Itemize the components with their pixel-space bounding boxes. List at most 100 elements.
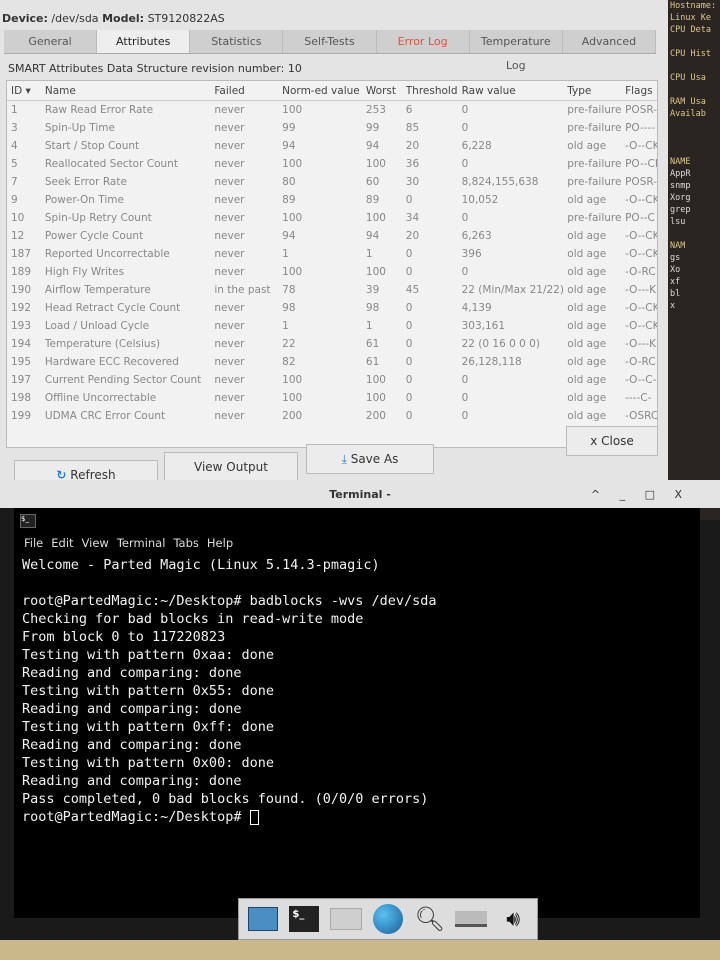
search-icon[interactable]: 🔍︎	[414, 904, 446, 934]
table-cell: never	[214, 212, 245, 224]
table-cell: -O--CK	[625, 140, 657, 152]
tab-error-log[interactable]: Error Log	[377, 30, 470, 53]
terminal-window[interactable]: $_ File Edit View Terminal Tabs Help Wel…	[14, 508, 700, 918]
table-cell: 100	[365, 374, 386, 386]
table-cell: never	[214, 104, 245, 116]
table-row[interactable]: 198 Offline Uncorrectable never 100 100 0 0 old…	[7, 389, 657, 407]
table-cell: old age	[567, 410, 607, 422]
table-row[interactable]: 195 Hardware ECC Recovered never 82 61 0 26,12…	[7, 353, 657, 371]
column-header[interactable]: Name	[45, 81, 214, 100]
table-row[interactable]: 9 Power-On Time never 89 89 0 10,052 old age -O-…	[7, 191, 657, 209]
table-row[interactable]: 5 Reallocated Sector Count never 100 100 36 0 p…	[7, 155, 657, 173]
column-header[interactable]: Worst	[366, 81, 406, 100]
menu-help[interactable]: Help	[207, 536, 233, 550]
table-cell: 1	[365, 248, 373, 260]
save-icon: ⤓	[341, 452, 347, 466]
table-cell: 100	[365, 158, 386, 170]
table-row[interactable]: 12 Power Cycle Count never 94 94 20 6,263 old a…	[7, 227, 657, 245]
tab-temperature-log[interactable]: Temperature Log	[470, 30, 563, 72]
table-row[interactable]: 3 Spin-Up Time never 99 99 85 0 pre-failure PO--…	[7, 119, 657, 137]
table-row[interactable]: 189 High Fly Writes never 100 100 0 0 old age -O…	[7, 263, 657, 281]
prompt: root@PartedMagic:~/Desktop#	[22, 809, 250, 825]
file-manager-icon[interactable]	[330, 904, 363, 934]
table-row[interactable]: 192 Head Retract Cycle Count never 98 98 0 4,1…	[7, 299, 657, 317]
table-cell: 0	[405, 374, 413, 386]
table-row[interactable]: 197 Current Pending Sector Count never 100 1…	[7, 371, 657, 389]
terminal-launcher-icon[interactable]: $_	[289, 904, 321, 934]
table-cell: -O--CK	[625, 230, 657, 242]
monitor-label: Xo	[670, 265, 681, 275]
table-cell: Load / Unload Cycle	[44, 320, 150, 332]
terminal-app-icon: $_	[20, 514, 36, 528]
column-header[interactable]: Type	[567, 81, 625, 100]
view-output-button[interactable]: View Output	[164, 452, 298, 482]
drive-icon[interactable]	[455, 904, 488, 934]
table-cell: pre-failure	[567, 158, 622, 170]
table-cell: 99	[282, 122, 296, 134]
column-header[interactable]: Flags	[625, 81, 657, 100]
menu-terminal[interactable]: Terminal	[117, 536, 166, 550]
terminal-line: root@PartedMagic:~/Desktop# badblocks -w…	[22, 593, 437, 609]
table-cell: 200	[282, 410, 303, 422]
menu-view[interactable]: View	[82, 536, 109, 550]
table-row[interactable]: 194 Temperature (Celsius) never 22 61 0 22 (0 …	[7, 335, 657, 353]
monitor-label: NAME	[670, 157, 691, 167]
table-cell: 6	[405, 104, 413, 116]
save-as-button[interactable]: ⤓ Save As	[306, 444, 434, 474]
terminal-line: Testing with pattern 0x55: done	[22, 683, 274, 699]
table-cell: old age	[567, 140, 607, 152]
web-browser-globe-icon[interactable]	[372, 904, 404, 934]
menu-file[interactable]: File	[24, 536, 43, 550]
column-header[interactable]: Failed	[214, 81, 282, 100]
table-row[interactable]: 1 Raw Read Error Rate never 100 253 6 0 pre-fai…	[7, 101, 657, 119]
table-cell: old age	[567, 356, 607, 368]
table-row[interactable]: 199 UDMA CRC Error Count never 200 200 0 0 old …	[7, 407, 657, 425]
tab-general[interactable]: General	[4, 30, 98, 53]
column-header[interactable]: Norm-ed value	[282, 81, 366, 100]
table-row[interactable]: 190 Airflow Temperature in the past 78 39 45 2…	[7, 281, 657, 299]
table-row[interactable]: 7 Seek Error Rate never 80 60 30 8,824,155,638…	[7, 173, 657, 191]
device-info: Device: /dev/sda Model: ST9120822AS	[2, 12, 225, 25]
table-cell: old age	[567, 338, 607, 350]
volume-icon[interactable]: 🔊︎	[497, 904, 529, 934]
table-row[interactable]: 187 Reported Uncorrectable never 1 1 0 396 old …	[7, 245, 657, 263]
table-cell: 193	[11, 320, 32, 332]
tab-statistics[interactable]: Statistics	[190, 30, 284, 53]
table-row[interactable]: 4 Start / Stop Count never 94 94 20 6,228 old a…	[7, 137, 657, 155]
monitor-label	[670, 144, 720, 156]
window-controls[interactable]: ^ _ □ X	[591, 480, 690, 510]
table-cell: 80	[282, 176, 296, 188]
menu-tabs[interactable]: Tabs	[173, 536, 198, 550]
table-row[interactable]: 10 Spin-Up Retry Count never 100 100 34 0 pre-f…	[7, 209, 657, 227]
table-cell: Offline Uncorrectable	[44, 392, 157, 404]
table-cell: 99	[365, 122, 380, 134]
table-cell: never	[214, 302, 245, 314]
tab-self-tests[interactable]: Self-Tests	[283, 30, 377, 53]
table-row[interactable]: 193 Load / Unload Cycle never 1 1 0 303,161 old…	[7, 317, 657, 335]
monitor-label: CPU Usa	[670, 73, 706, 83]
table-cell: never	[214, 356, 245, 368]
tab-advanced[interactable]: Advanced	[563, 30, 656, 53]
table-cell: ----C-	[625, 392, 652, 404]
table-cell: 98	[282, 302, 296, 314]
table-cell: pre-failure	[567, 176, 622, 188]
column-header[interactable]: Threshold	[406, 81, 462, 100]
tab-attributes[interactable]: Attributes	[97, 30, 191, 53]
show-desktop-icon[interactable]	[247, 904, 279, 934]
revision-label: SMART Attributes Data Structure revision…	[8, 62, 302, 75]
table-cell: Seek Error Rate	[44, 176, 127, 188]
table-cell: 200	[365, 410, 386, 422]
table-cell: PO--C	[625, 212, 655, 224]
table-cell: never	[214, 194, 245, 206]
table-cell: 22 (Min/Max 21/22)	[461, 284, 564, 296]
table-cell: UDMA CRC Error Count	[44, 410, 166, 422]
close-button[interactable]: x Close	[566, 426, 658, 456]
menu-edit[interactable]: Edit	[51, 536, 73, 550]
column-header[interactable]: ID ▾	[7, 81, 45, 100]
table-cell: 0	[461, 392, 469, 404]
table-cell: 0	[405, 356, 413, 368]
tab-bar: General Attributes Statistics Self-Tests…	[4, 30, 656, 72]
column-header[interactable]: Raw value	[462, 81, 568, 100]
table-cell: old age	[567, 266, 607, 278]
table-cell: 89	[282, 194, 296, 206]
